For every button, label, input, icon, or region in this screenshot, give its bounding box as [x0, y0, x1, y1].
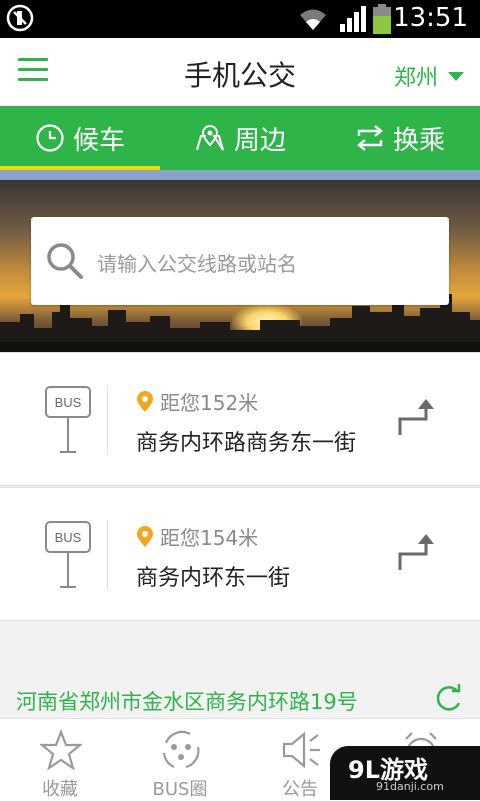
- clock-text: 13:51: [393, 3, 468, 33]
- nav-label: BUS圈: [152, 779, 208, 800]
- tab-transfer[interactable]: 换乘: [320, 106, 480, 170]
- bus-stop-icon: BUS: [45, 521, 91, 588]
- current-address: 河南省郑州市金水区商务内环路19号: [16, 690, 358, 714]
- wifi-icon: [300, 9, 326, 30]
- nav-label: 收藏: [42, 779, 78, 800]
- tab-label: 候车: [72, 125, 125, 156]
- nav-bus-circle[interactable]: BUS圈: [120, 719, 240, 801]
- nav-favorites[interactable]: 收藏: [0, 719, 120, 801]
- city-selector[interactable]: 郑州: [394, 60, 464, 92]
- status-bar: 13:51: [0, 0, 480, 38]
- bus-badge-text: BUS: [55, 395, 82, 410]
- speaker-icon: [282, 731, 320, 769]
- navigate-arrow-icon[interactable]: [396, 397, 438, 437]
- city-label: 郑州: [393, 66, 438, 91]
- distance-text: 距您154米: [160, 526, 259, 550]
- tab-bar: 候车 周边 换乘: [0, 106, 480, 170]
- bus-circle-icon: [162, 730, 200, 769]
- clock-icon: [36, 124, 64, 152]
- battery-icon: [373, 4, 391, 34]
- location-pin-icon: [137, 390, 153, 412]
- transfer-icon: [357, 125, 383, 151]
- distance-text: 距您152米: [160, 391, 259, 415]
- bus-badge-text: BUS: [55, 530, 82, 545]
- distance-info: 距您152米: [136, 387, 258, 416]
- app-header: 手机公交 郑州: [0, 38, 480, 106]
- city-banner: 请输入公交线路或站名: [0, 180, 480, 352]
- watermark-site: 91danji.com: [376, 780, 444, 793]
- site-watermark: 9L游戏 91danji.com: [330, 746, 480, 800]
- distance-info: 距您154米: [136, 522, 258, 551]
- location-pin-icon: [137, 525, 153, 547]
- tab-nearby[interactable]: 周边: [160, 106, 320, 170]
- divider: [107, 520, 108, 590]
- search-box[interactable]: 请输入公交线路或站名: [31, 217, 449, 305]
- star-icon: [40, 729, 82, 771]
- map-icon: [196, 125, 224, 151]
- tab-label: 换乘: [392, 125, 445, 156]
- tab-waiting[interactable]: 候车: [0, 106, 160, 170]
- tab-divider: [0, 170, 480, 180]
- bus-stop-icon: BUS: [45, 386, 91, 453]
- navigate-arrow-icon[interactable]: [396, 532, 438, 572]
- station-name: 商务内环东一街: [136, 566, 291, 591]
- signal-icon: [340, 6, 366, 32]
- tab-label: 周边: [233, 125, 286, 156]
- search-placeholder: 请输入公交线路或站名: [97, 252, 297, 276]
- refresh-icon[interactable]: [434, 683, 464, 713]
- notification-icon: [6, 4, 34, 32]
- station-name: 商务内环路商务东一街: [136, 431, 357, 456]
- chevron-down-icon: [448, 71, 464, 81]
- station-card[interactable]: BUS 距您152米 商务内环路商务东一街: [0, 352, 480, 486]
- station-card[interactable]: BUS 距您154米 商务内环东一街: [0, 487, 480, 621]
- divider: [107, 385, 108, 455]
- search-icon: [47, 243, 83, 279]
